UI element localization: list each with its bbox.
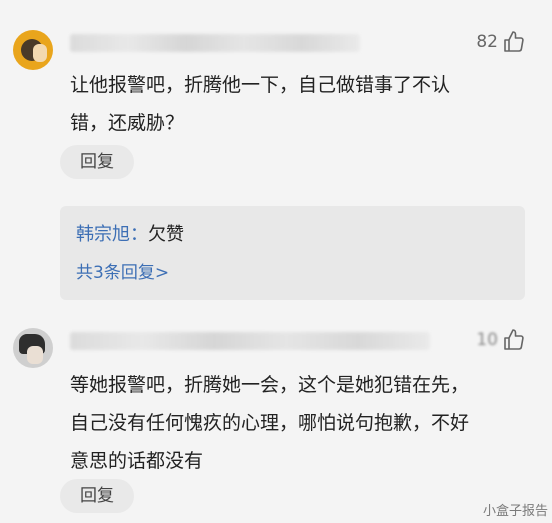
- comment-line: 意思的话都没有: [70, 450, 204, 472]
- avatar[interactable]: [13, 30, 53, 70]
- comment-line: 错，还威胁？: [70, 112, 185, 134]
- thumbs-up-icon[interactable]: [502, 328, 526, 352]
- comment-line: 让他报警吧，折腾他一下，自己做错事了不认: [70, 74, 451, 96]
- replies-preview: 韩宗旭：欠赞 共3条回复>: [60, 206, 525, 300]
- comment-line: 自己没有任何愧疚的心理，哪怕说句抱歉，不好: [70, 412, 470, 434]
- view-all-replies-link[interactable]: 共3条回复>: [76, 258, 169, 283]
- like-count: 82: [476, 32, 498, 52]
- comment-line: 等她报警吧，折腾她一会，这个是她犯错在先，: [70, 374, 470, 396]
- avatar-face: [27, 346, 43, 364]
- like-control[interactable]: 82: [476, 30, 526, 54]
- avatar[interactable]: [13, 328, 53, 368]
- username-blurred[interactable]: [70, 34, 360, 52]
- watermark: 小盒子报告: [482, 504, 548, 519]
- reply-preview-line: 韩宗旭：欠赞: [76, 220, 184, 246]
- like-control[interactable]: 10: [476, 328, 526, 352]
- like-count: 10: [476, 330, 498, 350]
- reply-button[interactable]: 回复: [60, 479, 134, 513]
- comment-text: 让他报警吧，折腾他一下，自己做错事了不认 错，还威胁？: [70, 66, 510, 142]
- comment-text: 等她报警吧，折腾她一会，这个是她犯错在先， 自己没有任何愧疚的心理，哪怕说句抱歉…: [70, 366, 510, 480]
- reply-content: 欠赞: [148, 224, 184, 245]
- thumbs-up-icon[interactable]: [502, 30, 526, 54]
- username-blurred[interactable]: [70, 332, 430, 350]
- reply-button[interactable]: 回复: [60, 145, 134, 179]
- reply-author[interactable]: 韩宗旭：: [76, 224, 148, 245]
- avatar-face: [33, 44, 47, 62]
